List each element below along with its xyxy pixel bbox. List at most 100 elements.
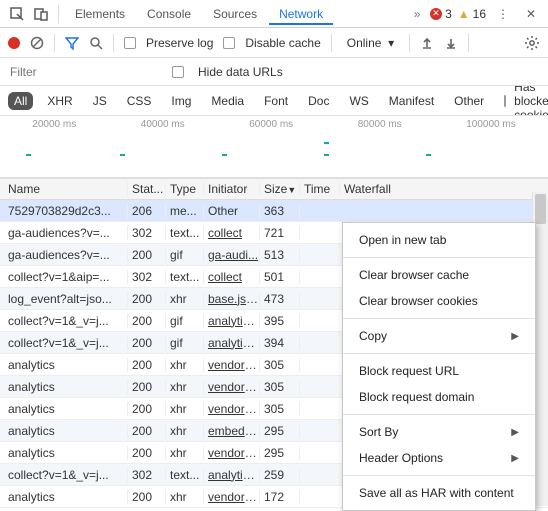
cell-size: 473 — [260, 292, 300, 306]
tab-console[interactable]: Console — [137, 3, 201, 25]
scrollbar-thumb[interactable] — [535, 194, 546, 224]
cell-initiator[interactable]: vendor~... — [204, 358, 260, 372]
cell-status: 200 — [128, 358, 166, 372]
cell-initiator[interactable]: analytics... — [204, 468, 260, 482]
cell-initiator[interactable]: base.js:1... — [204, 292, 260, 306]
cell-type: me... — [166, 204, 204, 218]
cell-status: 200 — [128, 380, 166, 394]
cell-initiator[interactable]: analytics... — [204, 336, 260, 350]
preserve-log-checkbox[interactable] — [124, 37, 136, 49]
error-count[interactable]: ✕3 — [430, 7, 452, 21]
download-icon[interactable] — [444, 36, 458, 50]
cell-initiator[interactable]: vendor~... — [204, 402, 260, 416]
filter-icon[interactable] — [65, 36, 79, 50]
device-icon[interactable] — [30, 3, 52, 25]
col-status[interactable]: Stat... — [128, 182, 166, 196]
throttling-select[interactable]: Online ▾ — [342, 33, 399, 53]
cell-size: 305 — [260, 380, 300, 394]
cell-status: 302 — [128, 270, 166, 284]
table-row[interactable]: 7529703829d2c3...206me...Other363 — [0, 200, 548, 222]
chip-js[interactable]: JS — [87, 92, 113, 110]
ctx-sort-by[interactable]: Sort By▶ — [343, 419, 535, 445]
cell-initiator[interactable]: analytics... — [204, 314, 260, 328]
close-icon[interactable]: ✕ — [520, 3, 542, 25]
kebab-icon[interactable]: ⋮ — [492, 3, 514, 25]
cell-size: 501 — [260, 270, 300, 284]
warning-count[interactable]: ▲16 — [458, 7, 486, 21]
col-name[interactable]: Name — [0, 182, 128, 196]
ctx-clear-cache[interactable]: Clear browser cache — [343, 262, 535, 288]
cell-initiator[interactable]: vendor~... — [204, 446, 260, 460]
cell-name: ga-audiences?v=... — [0, 226, 128, 240]
cell-initiator[interactable]: vendor~... — [204, 490, 260, 504]
cell-name: collect?v=1&_v=j... — [0, 314, 128, 328]
disable-cache-checkbox[interactable] — [223, 37, 235, 49]
chip-other[interactable]: Other — [448, 92, 490, 110]
chip-img[interactable]: Img — [165, 92, 197, 110]
col-initiator[interactable]: Initiator — [204, 182, 260, 196]
cell-type: xhr — [166, 424, 204, 438]
ctx-open-new-tab[interactable]: Open in new tab — [343, 227, 535, 253]
col-time[interactable]: Time — [300, 182, 340, 196]
preserve-log-label: Preserve log — [146, 36, 213, 50]
hide-urls-checkbox[interactable] — [172, 66, 184, 78]
cell-initiator[interactable]: vendor~... — [204, 380, 260, 394]
timeline-overview[interactable]: 20000 ms40000 ms60000 ms80000 ms100000 m… — [0, 116, 548, 178]
ctx-header-options[interactable]: Header Options▶ — [343, 445, 535, 471]
ctx-clear-cookies[interactable]: Clear browser cookies — [343, 288, 535, 314]
chip-media[interactable]: Media — [205, 92, 250, 110]
tab-elements[interactable]: Elements — [65, 3, 135, 25]
cell-type: xhr — [166, 358, 204, 372]
table-header[interactable]: Name Stat... Type Initiator Size▼ Time W… — [0, 178, 548, 200]
cell-type: text... — [166, 226, 204, 240]
timeline-tick: 20000 ms — [32, 119, 76, 130]
ctx-copy[interactable]: Copy▶ — [343, 323, 535, 349]
chip-doc[interactable]: Doc — [302, 92, 335, 110]
tab-sources[interactable]: Sources — [203, 3, 267, 25]
cell-initiator[interactable]: collect — [204, 226, 260, 240]
cell-initiator[interactable]: embed.7... — [204, 424, 260, 438]
upload-icon[interactable] — [420, 36, 434, 50]
cell-size: 395 — [260, 314, 300, 328]
cell-status: 200 — [128, 336, 166, 350]
inspect-icon[interactable] — [6, 3, 28, 25]
chip-css[interactable]: CSS — [121, 92, 158, 110]
cell-initiator[interactable]: Other — [204, 204, 260, 218]
ctx-block-url[interactable]: Block request URL — [343, 358, 535, 384]
cell-name: analytics — [0, 424, 128, 438]
blocked-cookies-checkbox[interactable] — [504, 95, 506, 107]
col-type[interactable]: Type — [166, 182, 204, 196]
error-count-label: 3 — [445, 7, 452, 21]
cell-name: collect?v=1&aip=... — [0, 270, 128, 284]
chevron-right-icon: ▶ — [511, 427, 519, 438]
more-tabs-icon[interactable]: » — [406, 3, 428, 25]
cell-name: ga-audiences?v=... — [0, 248, 128, 262]
cell-size: 363 — [260, 204, 300, 218]
clear-icon[interactable] — [30, 36, 44, 50]
panel-tabs: ElementsConsoleSourcesNetwork — [65, 3, 404, 25]
cell-size: 305 — [260, 358, 300, 372]
network-toolbar: Preserve log Disable cache Online ▾ — [0, 28, 548, 58]
tab-network[interactable]: Network — [269, 3, 333, 25]
record-button[interactable] — [8, 37, 20, 49]
ctx-save-har[interactable]: Save all as HAR with content — [343, 480, 535, 506]
cell-initiator[interactable]: ga-audi... — [204, 248, 260, 262]
chip-ws[interactable]: WS — [343, 92, 374, 110]
filter-input[interactable] — [8, 64, 158, 80]
chip-manifest[interactable]: Manifest — [383, 92, 440, 110]
cell-initiator[interactable]: collect — [204, 270, 260, 284]
chip-xhr[interactable]: XHR — [41, 92, 78, 110]
chevron-right-icon: ▶ — [511, 331, 519, 342]
timeline-tick: 40000 ms — [141, 119, 185, 130]
chip-all[interactable]: All — [8, 92, 33, 110]
cell-status: 200 — [128, 248, 166, 262]
search-icon[interactable] — [89, 36, 103, 50]
disable-cache-label: Disable cache — [245, 36, 320, 50]
col-size[interactable]: Size▼ — [260, 182, 300, 196]
ctx-block-domain[interactable]: Block request domain — [343, 384, 535, 410]
col-waterfall[interactable]: Waterfall — [340, 182, 548, 196]
settings-icon[interactable] — [524, 35, 540, 51]
cell-status: 302 — [128, 468, 166, 482]
chip-font[interactable]: Font — [258, 92, 294, 110]
timeline-tick: 60000 ms — [249, 119, 293, 130]
